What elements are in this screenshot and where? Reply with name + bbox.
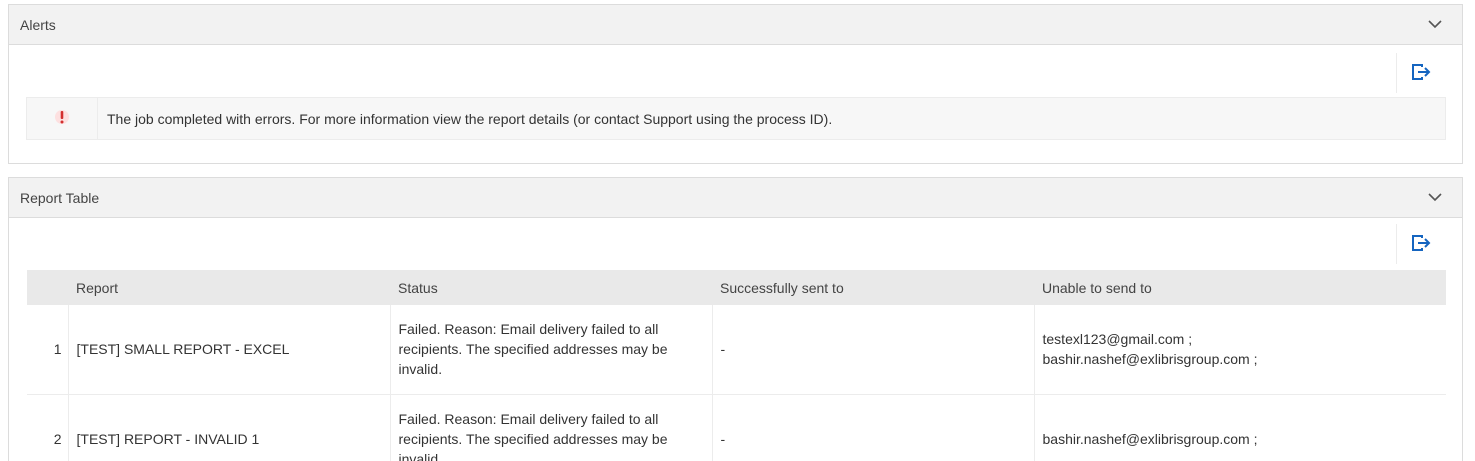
report-name: [TEST] SMALL REPORT - EXCEL [68, 305, 391, 395]
alerts-panel-title: Alerts [20, 16, 56, 33]
report-export-button[interactable] [1396, 224, 1444, 264]
alert-message: The job completed with errors. For more … [107, 110, 833, 127]
alerts-export-button[interactable] [1396, 53, 1444, 93]
alerts-panel-header[interactable]: Alerts [9, 5, 1462, 45]
column-header-status[interactable]: Status [390, 270, 712, 305]
report-table-panel-header[interactable]: Report Table [9, 178, 1462, 218]
table-header-row: Report Status Successfully sent to Unabl… [27, 270, 1446, 305]
alert-message-row: The job completed with errors. For more … [26, 97, 1446, 140]
row-number: 2 [27, 394, 69, 461]
sent-to: - [712, 394, 1035, 461]
unable-to-send: testexl123@gmail.com ; bashir.nashef@exl… [1034, 305, 1446, 395]
alerts-panel: Alerts The job completed with errors. Fo… [8, 4, 1463, 164]
column-header-sent[interactable]: Successfully sent to [712, 270, 1034, 305]
table-row[interactable]: 2 [TEST] REPORT - INVALID 1 Failed. Reas… [27, 394, 1446, 461]
status-text: Failed. Reason: Email delivery failed to… [390, 394, 713, 461]
row-number: 1 [27, 305, 69, 395]
table-row[interactable]: 1 [TEST] SMALL REPORT - EXCEL Failed. Re… [27, 305, 1446, 395]
chevron-down-icon[interactable] [1423, 13, 1447, 37]
column-header-index [27, 270, 68, 305]
export-icon [1411, 63, 1431, 84]
report-table-panel-title: Report Table [20, 189, 100, 206]
error-icon-cell [27, 98, 98, 139]
column-header-unable[interactable]: Unable to send to [1034, 270, 1446, 305]
chevron-down-icon[interactable] [1423, 186, 1447, 210]
column-header-report[interactable]: Report [68, 270, 390, 305]
export-icon [1411, 234, 1431, 255]
sent-to: - [712, 305, 1035, 395]
status-text: Failed. Reason: Email delivery failed to… [390, 305, 713, 395]
error-icon [53, 108, 71, 129]
report-table-panel: Report Table Report Status Successfully … [8, 177, 1463, 461]
unable-to-send: bashir.nashef@exlibrisgroup.com ; [1034, 394, 1446, 461]
report-name: [TEST] REPORT - INVALID 1 [68, 394, 391, 461]
report-table: Report Status Successfully sent to Unabl… [27, 270, 1446, 461]
